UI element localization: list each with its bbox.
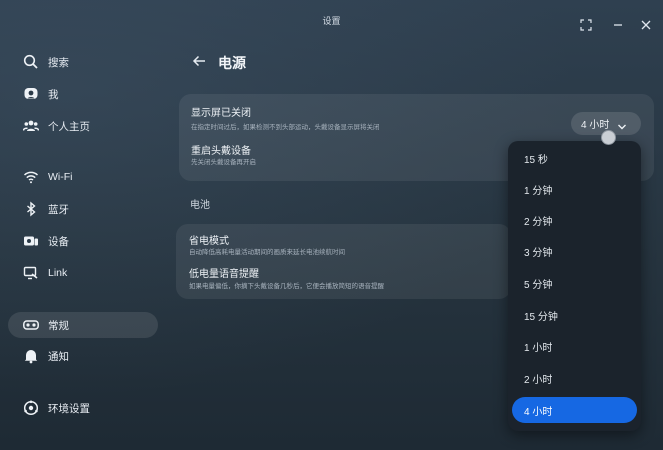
display-timeout-value: 4 小时 <box>581 120 610 131</box>
low-battery-reminder-title: 低电量语音提醒 <box>189 269 259 280</box>
dropdown-option[interactable]: 3 分钟 <box>512 238 637 264</box>
sidebar-item-label: 常规 <box>48 319 69 332</box>
sidebar-item-label: 通知 <box>48 350 69 363</box>
search-icon <box>22 53 40 71</box>
sidebar-item-profile[interactable]: 个人主页 <box>8 113 158 139</box>
power-saving-title: 省电模式 <box>189 236 229 247</box>
sidebar-item-bluetooth[interactable]: 蓝牙 <box>8 196 158 222</box>
headset-icon <box>22 316 40 334</box>
sidebar: 搜索 我 个人主页 Wi-Fi 蓝牙 设备 Link 常规 通知 环境设置 <box>0 40 168 450</box>
dropdown-option[interactable]: 15 分钟 <box>512 302 637 328</box>
title-bar: 设置 <box>0 0 663 40</box>
sidebar-item-link[interactable]: Link <box>8 260 158 286</box>
restart-headset-desc: 先关闭头戴设备再开启 <box>191 159 256 166</box>
dropdown-option-selected[interactable]: 4 小时 <box>512 397 637 423</box>
sidebar-item-label: 搜索 <box>48 56 69 69</box>
display-off-title: 显示屏已关闭 <box>191 108 251 119</box>
dropdown-option[interactable]: 1 分钟 <box>512 176 637 202</box>
link-icon <box>22 264 40 282</box>
sidebar-item-me[interactable]: 我 <box>8 81 158 107</box>
sidebar-item-label: 个人主页 <box>48 120 90 133</box>
timeout-dropdown-menu: 15 秒 1 分钟 2 分钟 3 分钟 5 分钟 15 分钟 1 小时 2 小时… <box>508 141 641 431</box>
close-icon[interactable] <box>639 19 653 33</box>
pointer-cursor <box>601 130 616 145</box>
sidebar-item-environment[interactable]: 环境设置 <box>8 395 158 421</box>
sidebar-item-notifications[interactable]: 通知 <box>8 343 158 369</box>
sidebar-item-label: 蓝牙 <box>48 203 69 216</box>
minimize-icon[interactable] <box>611 19 625 33</box>
back-arrow-icon[interactable] <box>191 53 207 69</box>
sidebar-item-label: 我 <box>48 88 59 101</box>
page-title: 电源 <box>218 55 246 71</box>
sidebar-item-general[interactable]: 常规 <box>8 312 158 338</box>
sidebar-item-label: 环境设置 <box>48 402 90 415</box>
bluetooth-icon <box>22 200 40 218</box>
dropdown-option[interactable]: 2 分钟 <box>512 207 637 233</box>
dropdown-option[interactable]: 2 小时 <box>512 365 637 391</box>
battery-section-label: 电池 <box>190 200 210 211</box>
restart-headset-title[interactable]: 重启头戴设备 <box>191 142 251 157</box>
low-battery-reminder-desc: 如果电量偏低，你摘下头戴设备几秒后，它便会播放简短的语音提醒 <box>189 283 384 290</box>
window-title: 设置 <box>322 16 341 26</box>
sidebar-item-label: Link <box>48 267 68 279</box>
environment-icon <box>22 399 40 417</box>
sidebar-item-devices[interactable]: 设备 <box>8 228 158 254</box>
devices-icon <box>22 232 40 250</box>
sidebar-item-search[interactable]: 搜索 <box>8 49 158 75</box>
chevron-down-icon <box>617 119 627 129</box>
fullscreen-icon[interactable] <box>579 19 593 33</box>
dropdown-option[interactable]: 5 分钟 <box>512 270 637 296</box>
people-icon <box>22 117 40 135</box>
sidebar-item-wifi[interactable]: Wi-Fi <box>8 164 158 190</box>
sidebar-item-label: 设备 <box>48 235 69 248</box>
sidebar-item-label: Wi-Fi <box>48 171 73 183</box>
bell-icon <box>22 347 40 365</box>
settings-window: 设置 搜索 我 个人主页 Wi-Fi 蓝牙 设备 Link 常规 通知 环境设置… <box>0 0 663 450</box>
dropdown-option[interactable]: 15 秒 <box>512 145 637 171</box>
profile-icon <box>22 85 40 103</box>
dropdown-option[interactable]: 1 小时 <box>512 333 637 359</box>
battery-settings-card: 省电模式 自动降低高耗电量活动期间的画质来延长电池续航时间 低电量语音提醒 如果… <box>176 224 511 299</box>
wifi-icon <box>22 168 40 186</box>
display-off-desc: 在指定时间过后，如果检测不到头部运动，头戴设备显示屏将关闭 <box>191 124 380 131</box>
power-saving-desc: 自动降低高耗电量活动期间的画质来延长电池续航时间 <box>189 249 345 256</box>
